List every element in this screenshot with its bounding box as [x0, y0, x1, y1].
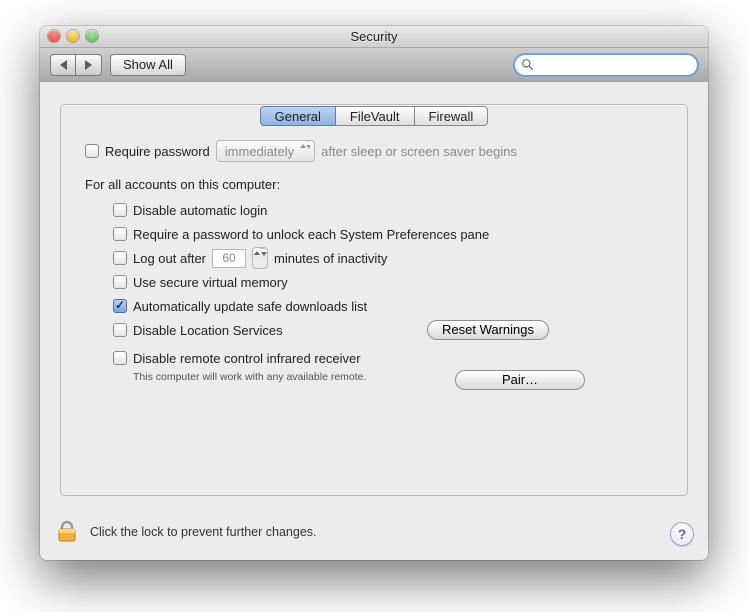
logout-prefix: Log out after: [133, 251, 206, 266]
tab-filevault[interactable]: FileVault: [336, 106, 415, 126]
help-icon: ?: [678, 526, 687, 542]
disable-location-checkbox[interactable]: [113, 323, 127, 337]
require-password-row: Require password immediately after sleep…: [85, 139, 663, 163]
show-all-button[interactable]: Show All: [110, 54, 186, 76]
require-pw-prefpane-checkbox[interactable]: [113, 227, 127, 241]
close-icon[interactable]: [48, 30, 60, 42]
tabbar: General FileVault Firewall: [61, 106, 687, 126]
auto-safe-downloads-label: Automatically update safe downloads list: [133, 299, 367, 314]
traffic-lights: [48, 30, 98, 42]
content-area: General FileVault Firewall Require passw…: [40, 82, 708, 560]
disable-ir-checkbox[interactable]: [113, 351, 127, 365]
search-icon: [521, 58, 534, 71]
require-pw-prefpane-row: Require a password to unlock each System…: [85, 222, 663, 246]
stepper-up-icon: [253, 248, 260, 258]
accounts-header: For all accounts on this computer:: [85, 177, 663, 192]
disable-auto-login-label: Disable automatic login: [133, 203, 267, 218]
auto-safe-downloads-row: Automatically update safe downloads list: [85, 294, 663, 318]
disable-ir-label: Disable remote control infrared receiver: [133, 351, 361, 366]
disable-ir-row: Disable remote control infrared receiver: [85, 346, 663, 370]
pair-button[interactable]: Pair…: [455, 370, 585, 390]
chevron-right-icon: [85, 60, 92, 70]
secure-vm-checkbox[interactable]: [113, 275, 127, 289]
disable-location-row: Disable Location Services Reset Warnings: [85, 318, 663, 342]
require-password-checkbox[interactable]: [85, 144, 99, 158]
tab-firewall[interactable]: Firewall: [415, 106, 489, 126]
disable-location-label: Disable Location Services: [133, 323, 283, 338]
search-field-wrap: [514, 54, 698, 76]
lock-text: Click the lock to prevent further change…: [90, 525, 317, 539]
reset-warnings-button[interactable]: Reset Warnings: [427, 320, 549, 340]
require-password-label: Require password: [105, 144, 210, 159]
require-pw-prefpane-label: Require a password to unlock each System…: [133, 227, 489, 242]
auto-safe-downloads-checkbox[interactable]: [113, 299, 127, 313]
disable-auto-login-row: Disable automatic login: [85, 198, 663, 222]
forward-button[interactable]: [76, 54, 102, 76]
toolbar: Show All: [40, 48, 708, 83]
logout-row: Log out after minutes of inactivity: [85, 246, 663, 270]
disable-auto-login-checkbox[interactable]: [113, 203, 127, 217]
security-prefs-window: Security Show All: [40, 26, 708, 560]
stepper-down-icon: [260, 248, 267, 259]
require-password-delay-select[interactable]: immediately: [216, 140, 315, 162]
help-button[interactable]: ?: [670, 522, 694, 546]
logout-stepper[interactable]: [252, 247, 268, 269]
titlebar: Security: [40, 26, 708, 48]
secure-vm-row: Use secure virtual memory: [85, 270, 663, 294]
lock-bar: Click the lock to prevent further change…: [54, 517, 317, 546]
general-groupbox: General FileVault Firewall Require passw…: [60, 104, 688, 496]
minimize-icon[interactable]: [67, 30, 79, 42]
require-password-suffix: after sleep or screen saver begins: [321, 144, 517, 159]
secure-vm-label: Use secure virtual memory: [133, 275, 288, 290]
ir-note: This computer will work with any availab…: [85, 371, 413, 384]
window-title: Security: [351, 26, 398, 47]
nav-buttons: [50, 54, 102, 76]
tab-general[interactable]: General: [260, 106, 336, 126]
require-password-delay-value: immediately: [225, 144, 294, 159]
zoom-icon[interactable]: [86, 30, 98, 42]
chevron-left-icon: [60, 60, 67, 70]
logout-minutes-field[interactable]: [212, 249, 246, 268]
back-button[interactable]: [50, 54, 76, 76]
lock-icon[interactable]: [54, 517, 80, 546]
logout-checkbox[interactable]: [113, 251, 127, 265]
logout-suffix: minutes of inactivity: [274, 251, 387, 266]
search-input[interactable]: [514, 54, 698, 76]
